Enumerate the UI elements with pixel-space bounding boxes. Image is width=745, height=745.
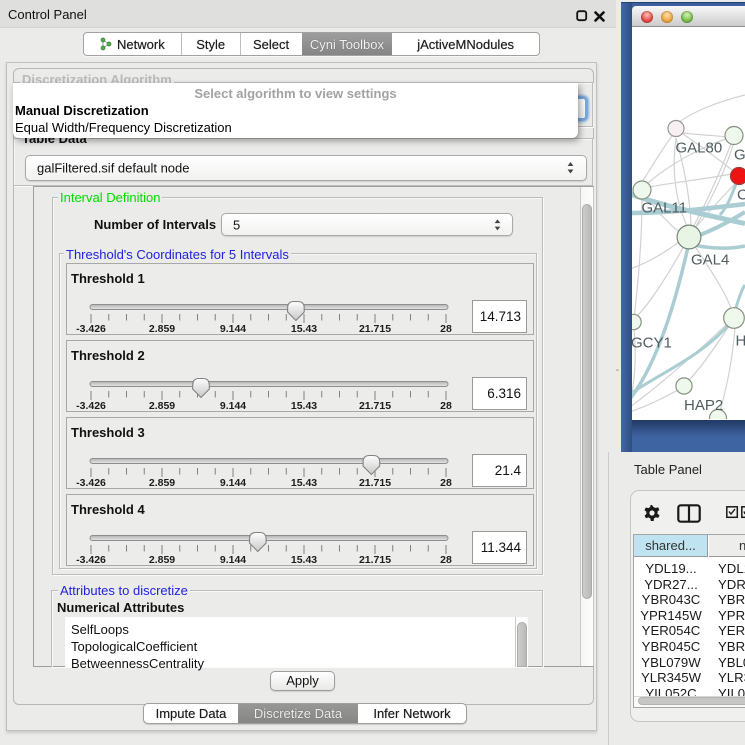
svg-text:HAP2: HAP2 [684,397,723,414]
svg-text:GCY1: GCY1 [632,335,672,352]
svg-text:GAL11: GAL11 [642,200,688,217]
svg-text:GAL4: GAL4 [691,252,729,269]
svg-text:HA: HA [736,333,745,350]
svg-text:GA: GA [734,147,745,164]
svg-text:GAL80: GAL80 [676,140,723,157]
svg-text:CY: CY [737,187,745,204]
